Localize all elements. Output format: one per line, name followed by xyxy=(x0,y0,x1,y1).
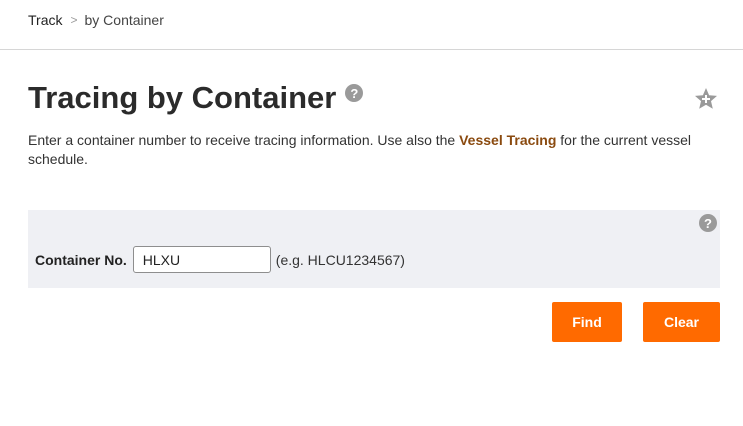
find-button[interactable]: Find xyxy=(552,302,622,342)
help-icon[interactable]: ? xyxy=(345,84,364,102)
breadcrumb: Track > by Container xyxy=(28,12,164,28)
vessel-tracing-link[interactable]: Vessel Tracing xyxy=(459,132,556,148)
container-search-panel: ? Container No. (e.g. HLCU1234567) xyxy=(28,210,720,288)
container-number-hint: (e.g. HLCU1234567) xyxy=(275,251,405,268)
intro-text-before: Enter a container number to receive trac… xyxy=(28,132,460,148)
intro-text: Enter a container number to receive trac… xyxy=(28,131,708,169)
container-number-input[interactable] xyxy=(132,246,271,273)
header-divider xyxy=(0,49,743,50)
container-no-label: Container No. xyxy=(35,251,127,268)
breadcrumb-current: by Container xyxy=(84,12,164,28)
title-row: Tracing by Container ? xyxy=(28,80,364,116)
help-icon[interactable]: ? xyxy=(699,214,717,232)
container-field-row: Container No. (e.g. HLCU1234567) xyxy=(35,246,405,273)
favorite-star-icon[interactable] xyxy=(693,86,719,112)
breadcrumb-track-link[interactable]: Track xyxy=(28,12,62,28)
clear-button[interactable]: Clear xyxy=(643,302,720,342)
chevron-right-icon: > xyxy=(70,13,78,27)
page-title: Tracing by Container xyxy=(28,80,337,115)
